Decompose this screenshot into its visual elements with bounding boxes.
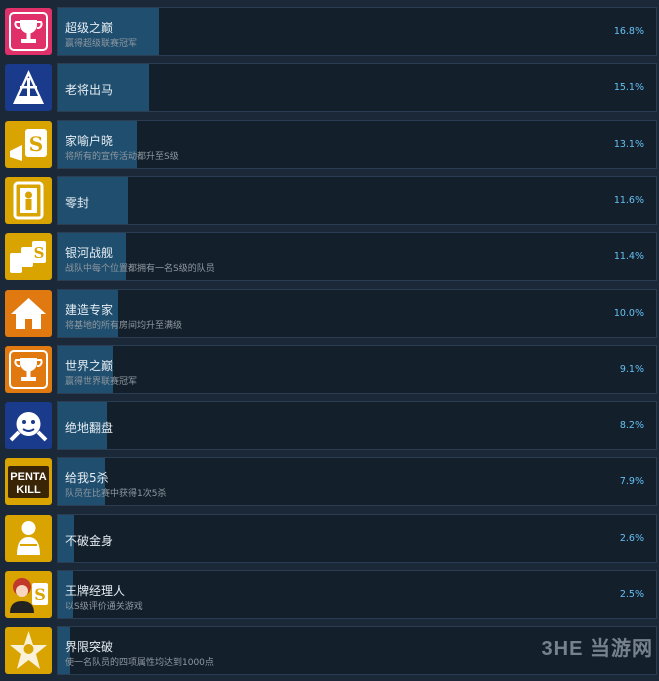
- achievement-description: 战队中每个位置都拥有一名S级的队员: [65, 264, 215, 275]
- achievement-title: 绝地翻盘: [65, 421, 114, 436]
- svg-text:S: S: [34, 244, 45, 262]
- achievement-row[interactable]: 绝地翻盘 8.2%: [0, 400, 659, 456]
- achievement-title: 银河战舰: [65, 246, 114, 261]
- achievement-title: 家喻户晓: [65, 133, 114, 148]
- breakthrough-icon: [5, 627, 52, 675]
- svg-text:PENTA: PENTA: [10, 471, 47, 483]
- golden-body-icon: [5, 514, 52, 562]
- achievement-description: 使一名队员的四项属性均达到1000点: [65, 658, 214, 669]
- unlock-percentage: 16.8%: [613, 26, 644, 37]
- unlock-percentage: 9.1%: [619, 363, 644, 375]
- achievement-row[interactable]: 零封 11.6%: [0, 175, 659, 231]
- achievement-row[interactable]: 世界之巅赢得世界联赛冠军 9.1%: [0, 344, 659, 400]
- achievement-panel: 王牌经理人以S级评价通关游戏 2.5%: [57, 570, 657, 619]
- achievement-row[interactable]: PENTA KILL 给我5杀队员在比赛中获得1次5杀 7.9%: [0, 456, 659, 512]
- knight-helmet-icon: [5, 64, 52, 112]
- penta-kill-icon: PENTA KILL: [5, 458, 52, 506]
- svg-text:KILL: KILL: [16, 484, 41, 496]
- achievement-row[interactable]: 建造专家将基地的所有房间均升至满级 10.0%: [0, 288, 659, 344]
- achievement-row[interactable]: 不破金身 2.6%: [0, 513, 659, 569]
- svg-text:S: S: [29, 132, 43, 156]
- unlock-percentage: 13.1%: [613, 138, 644, 150]
- achievement-panel: 老将出马 15.1%: [57, 63, 657, 113]
- achievement-row[interactable]: S 银河战舰战队中每个位置都拥有一名S级的队员 11.4%: [0, 231, 659, 287]
- achievement-panel: 建造专家将基地的所有房间均升至满级 10.0%: [57, 288, 657, 338]
- achievement-panel: 世界之巅赢得世界联赛冠军 9.1%: [57, 344, 657, 394]
- achievement-row[interactable]: S 家喻户晓将所有的宣传活动都升至S级 13.1%: [0, 119, 659, 175]
- achievement-title: 超级之巅: [65, 21, 114, 35]
- unlock-percentage: 15.1%: [613, 82, 644, 94]
- comeback-icon: [5, 402, 52, 450]
- achievement-description: 将基地的所有房间均升至满级: [65, 320, 183, 331]
- shutout-icon: [5, 176, 52, 224]
- unlock-percentage: 8.2%: [619, 420, 644, 432]
- achievement-panel: 给我5杀队员在比赛中获得1次5杀 7.9%: [57, 457, 657, 507]
- achievement-row[interactable]: 超级之巅赢得超级联赛冠军 16.8%: [0, 6, 659, 62]
- achievement-description: 队员在比赛中获得1次5杀: [65, 489, 167, 500]
- unlock-percentage: 2.6%: [619, 532, 644, 544]
- trophy-icon: [5, 345, 52, 393]
- s-rank-cards-icon: S: [5, 233, 52, 281]
- unlock-percentage: 2.5%: [619, 589, 644, 600]
- site-watermark: 3HE 当游网: [541, 638, 653, 660]
- achievement-panel: 零封 11.6%: [57, 175, 657, 225]
- achievement-description: 赢得超级联赛冠军: [65, 39, 138, 49]
- achievement-title: 零封: [65, 195, 90, 210]
- unlock-percentage: 11.6%: [613, 194, 644, 206]
- achievement-panel: 不破金身 2.6%: [57, 513, 657, 563]
- achievement-title: 王牌经理人: [65, 584, 126, 598]
- achievement-panel: 家喻户晓将所有的宣传活动都升至S级 13.1%: [57, 119, 657, 169]
- achievement-description: 赢得世界联赛冠军: [65, 376, 138, 387]
- svg-text:S: S: [34, 585, 46, 604]
- manager-icon: S: [5, 571, 52, 618]
- achievement-row[interactable]: 老将出马 15.1%: [0, 62, 659, 118]
- trophy-icon: [5, 8, 52, 55]
- achievement-row[interactable]: S 王牌经理人以S级评价通关游戏 2.5%: [0, 569, 659, 625]
- achievement-panel: 超级之巅赢得超级联赛冠军 16.8%: [57, 7, 657, 56]
- house-icon: [5, 289, 52, 337]
- achievement-panel: 绝地翻盘 8.2%: [57, 401, 657, 451]
- achievement-panel: 银河战舰战队中每个位置都拥有一名S级的队员 11.4%: [57, 232, 657, 282]
- achievement-title: 建造专家: [65, 302, 114, 317]
- achievement-title: 给我5杀: [65, 471, 109, 486]
- achievement-title: 世界之巅: [65, 358, 114, 373]
- achievement-description: 将所有的宣传活动都升至S级: [65, 151, 179, 162]
- unlock-percentage: 7.9%: [619, 476, 644, 488]
- achievement-title: 不破金身: [65, 533, 114, 548]
- achievement-title: 界限突破: [65, 640, 114, 655]
- achievement-description: 以S级评价通关游戏: [65, 602, 143, 612]
- unlock-percentage: 10.0%: [613, 307, 644, 319]
- unlock-percentage: 11.4%: [613, 251, 644, 263]
- achievement-title: 老将出马: [65, 83, 114, 98]
- megaphone-s-icon: S: [5, 120, 52, 168]
